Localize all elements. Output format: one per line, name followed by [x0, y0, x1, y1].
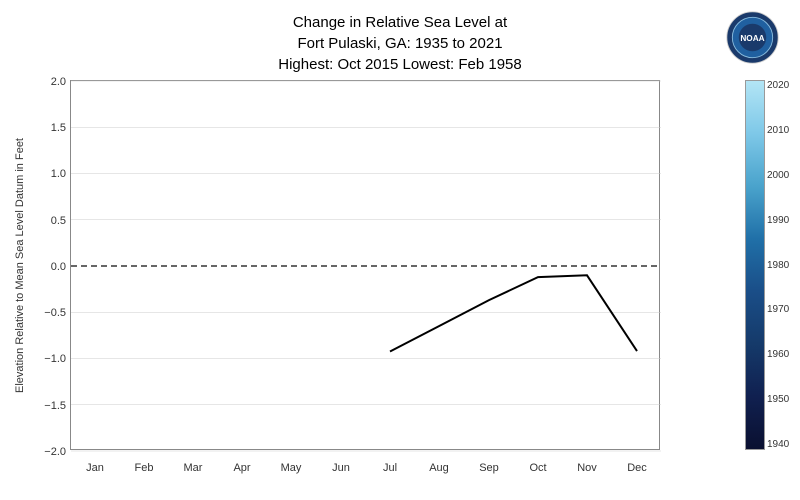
- chart-svg: 2.0 1.5 1.0 0.5 0.0 −0.5 −1.0 −1.5 −2.0 …: [71, 81, 661, 451]
- svg-text:Dec: Dec: [627, 462, 647, 474]
- title-line3: Highest: Oct 2015 Lowest: Feb 1958: [0, 54, 800, 75]
- svg-text:−1.0: −1.0: [44, 353, 66, 365]
- colorbar-label-1940: 1940: [767, 439, 789, 450]
- svg-text:NOAA: NOAA: [740, 34, 764, 43]
- colorbar-labels: 2020 2010 2000 1990 1980 1970 1960 1950 …: [767, 80, 789, 450]
- colorbar-label-1980: 1980: [767, 260, 789, 271]
- svg-text:1.5: 1.5: [51, 122, 66, 134]
- noaa-logo: NOAA: [725, 10, 780, 65]
- svg-text:Jul: Jul: [383, 462, 397, 474]
- svg-text:−2.0: −2.0: [44, 446, 66, 458]
- chart-area: Elevation Relative to Mean Sea Level Dat…: [70, 80, 660, 450]
- colorbar-label-2020: 2020: [767, 80, 789, 91]
- svg-text:Sep: Sep: [479, 462, 499, 474]
- y-axis-label: Elevation Relative to Mean Sea Level Dat…: [10, 80, 30, 450]
- svg-text:Jun: Jun: [332, 462, 350, 474]
- colorbar-label-1950: 1950: [767, 394, 789, 405]
- title-line2: Fort Pulaski, GA: 1935 to 2021: [0, 33, 800, 54]
- colorbar-label-2000: 2000: [767, 170, 789, 181]
- svg-text:2.0: 2.0: [51, 76, 66, 88]
- colorbar-label-1990: 1990: [767, 215, 789, 226]
- sea-level-line: [390, 275, 637, 351]
- title-area: Change in Relative Sea Level at Fort Pul…: [0, 0, 800, 75]
- svg-text:Jan: Jan: [86, 462, 104, 474]
- svg-text:Feb: Feb: [135, 462, 154, 474]
- colorbar-label-1970: 1970: [767, 304, 789, 315]
- svg-text:Aug: Aug: [429, 462, 449, 474]
- svg-text:1.0: 1.0: [51, 168, 66, 180]
- colorbar-label-1960: 1960: [767, 349, 789, 360]
- svg-text:−0.5: −0.5: [44, 307, 66, 319]
- svg-text:−1.5: −1.5: [44, 400, 66, 412]
- svg-text:Mar: Mar: [184, 462, 203, 474]
- svg-text:Apr: Apr: [233, 462, 250, 474]
- svg-text:Nov: Nov: [577, 462, 597, 474]
- svg-text:0.5: 0.5: [51, 215, 66, 227]
- svg-text:Oct: Oct: [529, 462, 546, 474]
- title-line1: Change in Relative Sea Level at: [0, 12, 800, 33]
- colorbar-area: 2020 2010 2000 1990 1980 1970 1960 1950 …: [745, 80, 785, 450]
- colorbar-gradient: [745, 80, 765, 450]
- colorbar-label-2010: 2010: [767, 125, 789, 136]
- page-container: Change in Relative Sea Level at Fort Pul…: [0, 0, 800, 500]
- chart-box: 2.0 1.5 1.0 0.5 0.0 −0.5 −1.0 −1.5 −2.0 …: [70, 80, 660, 450]
- svg-text:0.0: 0.0: [51, 261, 66, 273]
- svg-text:May: May: [281, 462, 302, 474]
